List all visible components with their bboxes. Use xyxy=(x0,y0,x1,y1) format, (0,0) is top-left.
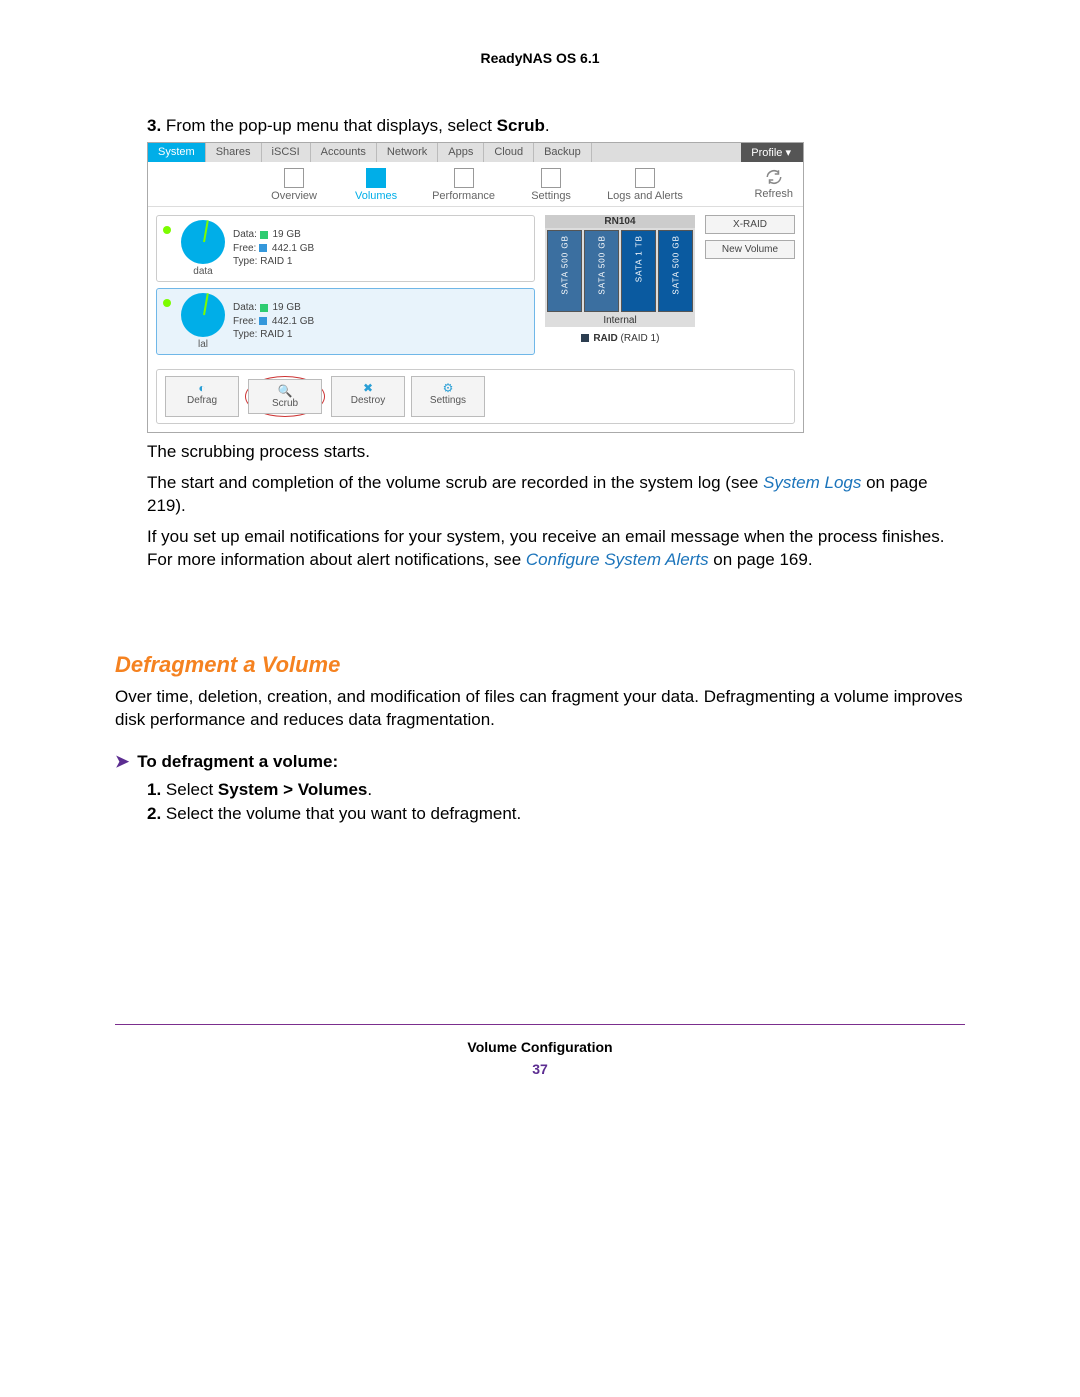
arrow-icon: ➤ xyxy=(115,752,129,771)
destroy-icon: ✖ xyxy=(340,381,396,395)
tab-shares[interactable]: Shares xyxy=(206,143,262,162)
new-volume-button[interactable]: New Volume xyxy=(705,240,795,259)
overview-icon xyxy=(284,168,304,188)
volume-card-data[interactable]: data Data: 19 GB Free: 442.1 GB Type: RA… xyxy=(156,215,535,282)
proc-step-1-c: . xyxy=(367,780,372,799)
disk-bay-4[interactable]: SATA 500 GB xyxy=(658,230,693,312)
top-tabs: System Shares iSCSI Accounts Network App… xyxy=(148,143,803,162)
para2-a: The start and completion of the volume s… xyxy=(147,473,763,492)
enclosure: RN104 SATA 500 GB SATA 500 GB SATA 1 TB … xyxy=(545,215,695,361)
refresh-icon xyxy=(765,168,783,186)
screenshot: System Shares iSCSI Accounts Network App… xyxy=(147,142,804,433)
para3-b: on page 169. xyxy=(709,550,813,569)
profile-menu[interactable]: Profile ▾ xyxy=(741,143,803,162)
step-3-text-a: From the pop-up menu that displays, sele… xyxy=(166,116,497,135)
status-dot-icon xyxy=(163,226,171,234)
footer-rule xyxy=(115,1024,965,1025)
proc-step-1-a: Select xyxy=(166,780,218,799)
logs-icon xyxy=(635,168,655,188)
procedure-heading: ➤ To defragment a volume: xyxy=(115,752,965,772)
xraid-button[interactable]: X-RAID xyxy=(705,215,795,234)
step-3-num: 3. xyxy=(147,116,161,135)
settings-gear-icon xyxy=(541,168,561,188)
subtab-settings[interactable]: Settings xyxy=(525,168,577,202)
section-defragment-title: Defragment a Volume xyxy=(115,652,965,678)
vol-settings-button[interactable]: ⚙Settings xyxy=(411,376,485,417)
proc-step-2: 2. Select the volume that you want to de… xyxy=(147,804,965,824)
subtab-overview-label: Overview xyxy=(271,190,317,202)
proc-step-2-text: Select the volume that you want to defra… xyxy=(166,804,521,823)
disk-bay-3[interactable]: SATA 1 TB xyxy=(621,230,656,312)
performance-icon xyxy=(454,168,474,188)
volume-actions: ◐Defrag 🔍Scrub ✖Destroy ⚙Settings xyxy=(156,369,795,424)
scrub-highlight-circle: 🔍Scrub xyxy=(245,376,325,417)
status-dot-icon xyxy=(163,299,171,307)
volume-stats-lal: Data: 19 GB Free: 442.1 GB Type: RAID 1 xyxy=(233,301,314,342)
subtab-bar: Overview Volumes Performance Settings Lo… xyxy=(148,162,803,207)
subtab-performance-label: Performance xyxy=(432,190,495,202)
volume-name-lal: lal xyxy=(181,339,225,350)
disk-bay-1[interactable]: SATA 500 GB xyxy=(547,230,582,312)
subtab-volumes[interactable]: Volumes xyxy=(350,168,402,202)
para-email-alerts: If you set up email notifications for yo… xyxy=(147,526,965,572)
subtab-overview[interactable]: Overview xyxy=(268,168,320,202)
refresh-button[interactable]: Refresh xyxy=(754,168,793,200)
refresh-label: Refresh xyxy=(754,188,793,200)
volume-stats-data: Data: 19 GB Free: 442.1 GB Type: RAID 1 xyxy=(233,228,314,269)
enclosure-title: RN104 xyxy=(545,215,695,228)
pie-chart-icon xyxy=(181,293,225,337)
pie-chart-icon xyxy=(181,220,225,264)
page-header: ReadyNAS OS 6.1 xyxy=(115,50,965,66)
tab-accounts[interactable]: Accounts xyxy=(311,143,377,162)
proc-step-1-b: System > Volumes xyxy=(218,780,367,799)
defrag-button[interactable]: ◐Defrag xyxy=(165,376,239,417)
proc-step-2-num: 2. xyxy=(147,804,161,823)
link-system-logs[interactable]: System Logs xyxy=(763,473,861,492)
destroy-button[interactable]: ✖Destroy xyxy=(331,376,405,417)
para-scrub-starts: The scrubbing process starts. xyxy=(147,441,965,464)
enclosure-internal: Internal xyxy=(545,314,695,327)
tab-iscsi[interactable]: iSCSI xyxy=(262,143,311,162)
tab-network[interactable]: Network xyxy=(377,143,438,162)
volume-card-lal[interactable]: lal Data: 19 GB Free: 442.1 GB Type: RAI… xyxy=(156,288,535,355)
section-defragment-para: Over time, deletion, creation, and modif… xyxy=(115,686,965,732)
link-configure-alerts[interactable]: Configure System Alerts xyxy=(526,550,709,569)
raid-legend: RAID (RAID 1) xyxy=(545,333,695,344)
page-number: 37 xyxy=(115,1061,965,1077)
subtab-logs[interactable]: Logs and Alerts xyxy=(607,168,683,202)
footer-section: Volume Configuration xyxy=(115,1039,965,1055)
gear-icon: ⚙ xyxy=(420,381,476,395)
step-3-text-b: . xyxy=(545,116,550,135)
step-3: 3. From the pop-up menu that displays, s… xyxy=(147,116,965,136)
subtab-settings-label: Settings xyxy=(531,190,571,202)
tab-backup[interactable]: Backup xyxy=(534,143,592,162)
subtab-performance[interactable]: Performance xyxy=(432,168,495,202)
subtab-volumes-label: Volumes xyxy=(355,190,397,202)
volumes-icon xyxy=(366,168,386,188)
proc-step-1: 1. Select System > Volumes. xyxy=(147,780,965,800)
scrub-icon: 🔍 xyxy=(257,384,313,398)
procedure-title: To defragment a volume: xyxy=(137,752,338,771)
para-system-logs: The start and completion of the volume s… xyxy=(147,472,965,518)
subtab-logs-label: Logs and Alerts xyxy=(607,190,683,202)
volume-name-data: data xyxy=(181,266,225,277)
defrag-icon: ◐ xyxy=(174,381,230,395)
tab-cloud[interactable]: Cloud xyxy=(484,143,534,162)
step-3-bold: Scrub xyxy=(497,116,545,135)
disk-bay-2[interactable]: SATA 500 GB xyxy=(584,230,619,312)
tab-apps[interactable]: Apps xyxy=(438,143,484,162)
scrub-button[interactable]: 🔍Scrub xyxy=(248,379,322,414)
tab-system[interactable]: System xyxy=(148,143,206,162)
proc-step-1-num: 1. xyxy=(147,780,161,799)
